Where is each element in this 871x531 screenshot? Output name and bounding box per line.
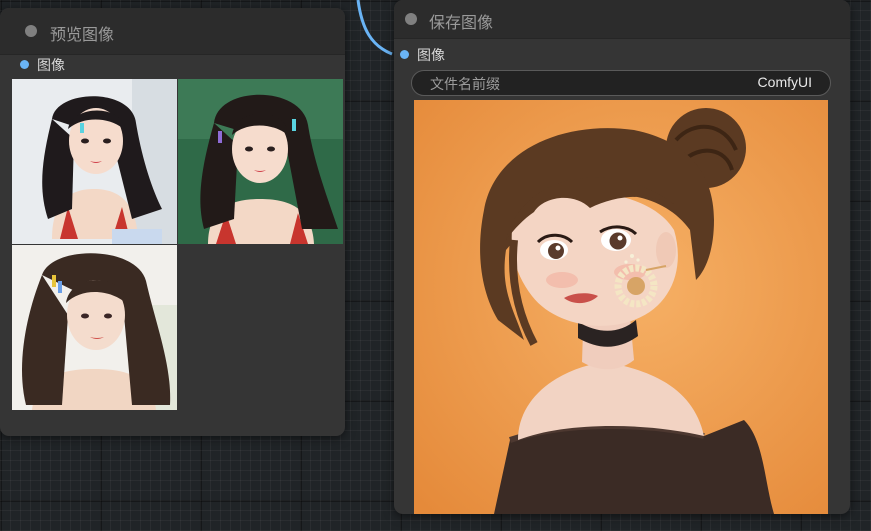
portrait-photo-icon xyxy=(12,245,177,410)
input-slot-dot-icon[interactable] xyxy=(400,50,409,59)
save-image-node[interactable]: 保存图像 图像 文件名前缀 ComfyUI xyxy=(394,0,850,514)
node-title: 预览图像 xyxy=(50,25,115,44)
portrait-photo-icon xyxy=(12,79,177,244)
preview-thumbnail-3[interactable] xyxy=(12,245,177,410)
portrait-photo-icon xyxy=(178,79,343,244)
input-slot-label: 图像 xyxy=(37,58,65,74)
collapse-toggle-icon[interactable] xyxy=(405,13,417,25)
filename-prefix-label: 文件名前缀 xyxy=(430,77,500,93)
collapse-toggle-icon[interactable] xyxy=(25,25,37,37)
link-wire-save xyxy=(356,0,393,56)
node-header[interactable]: 保存图像 xyxy=(394,0,850,39)
node-title: 保存图像 xyxy=(429,13,494,32)
filename-prefix-field[interactable]: 文件名前缀 ComfyUI xyxy=(411,70,831,96)
input-slot-label: 图像 xyxy=(417,48,445,64)
illustrated-portrait-icon xyxy=(414,100,828,514)
node-header[interactable]: 预览图像 xyxy=(0,8,345,55)
saved-image[interactable] xyxy=(414,100,828,514)
input-slot-dot-icon[interactable] xyxy=(20,60,29,69)
preview-thumbnail-2[interactable] xyxy=(178,79,343,244)
preview-image-node[interactable]: 预览图像 图像 xyxy=(0,8,345,436)
filename-prefix-value[interactable]: ComfyUI xyxy=(758,74,812,90)
preview-thumbnail-1[interactable] xyxy=(12,79,177,244)
